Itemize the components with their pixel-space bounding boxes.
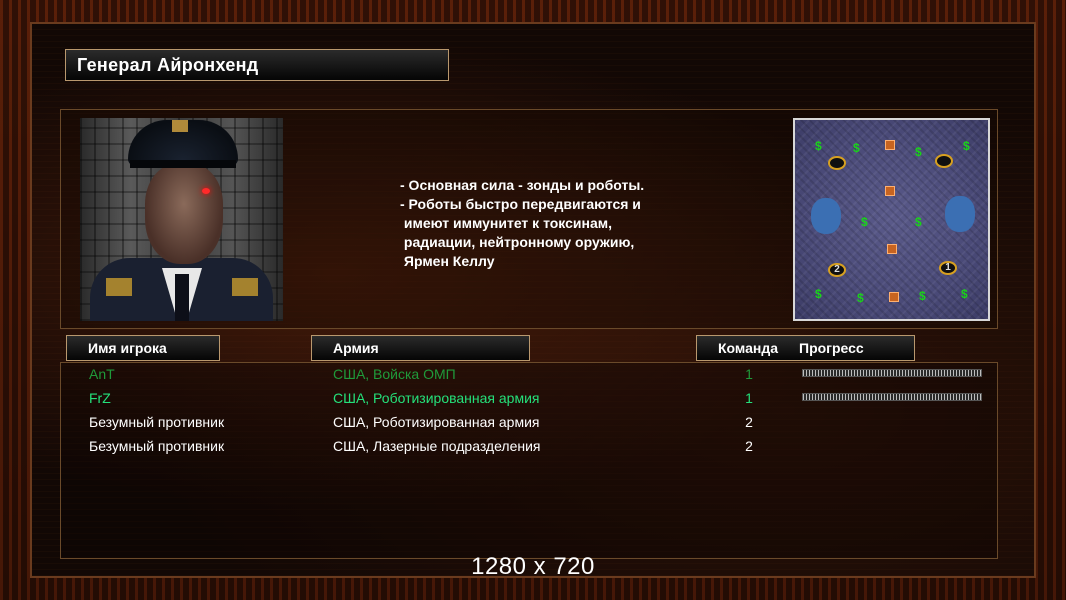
player-row: AnT США, Войска ОМП 1 <box>0 364 1066 388</box>
column-header-team-progress: Команда Прогресс <box>696 335 915 361</box>
oil-derrick-icon <box>887 244 897 254</box>
player-row: Безумный противник США, Роботизированная… <box>0 412 1066 436</box>
start-position-marker <box>828 156 846 170</box>
general-title: Генерал Айронхенд <box>65 49 449 81</box>
loading-progress-bar <box>802 393 982 401</box>
player-team: 2 <box>745 438 753 454</box>
general-portrait <box>80 118 283 321</box>
oil-derrick-icon <box>889 292 899 302</box>
supply-dollar-icon: $ <box>915 215 922 229</box>
player-name: Безумный противник <box>89 414 225 430</box>
start-position-2: 2 <box>828 263 846 277</box>
description-line: - Роботы быстро передвигаются и <box>400 196 641 212</box>
column-header-army: Армия <box>311 335 530 361</box>
loading-progress-bar <box>802 369 982 377</box>
oil-derrick-icon <box>885 186 895 196</box>
description-line: - Основная сила - зонды и роботы. <box>400 177 645 193</box>
column-header-player: Имя игрока <box>66 335 220 361</box>
minimap: $ $ $ $ $ $ $ $ $ $ 2 1 <box>793 118 990 321</box>
supply-dollar-icon: $ <box>861 215 868 229</box>
player-team: 2 <box>745 414 753 430</box>
description-line: имеют иммунитет к токсинам, <box>400 215 613 231</box>
supply-dollar-icon: $ <box>853 141 860 155</box>
supply-dollar-icon: $ <box>919 289 926 303</box>
player-army: США, Войска ОМП <box>333 366 456 382</box>
start-position-1: 1 <box>939 261 957 275</box>
supply-dollar-icon: $ <box>915 145 922 159</box>
start-position-marker <box>935 154 953 168</box>
player-row: Безумный противник США, Лазерные подразд… <box>0 436 1066 460</box>
player-army: США, Лазерные подразделения <box>333 438 541 454</box>
lake-right <box>945 196 975 232</box>
lake-left <box>811 198 841 234</box>
supply-dollar-icon: $ <box>961 287 968 301</box>
column-header-progress: Прогресс <box>799 340 864 356</box>
supply-dollar-icon: $ <box>815 139 822 153</box>
resolution-label: 1280 x 720 <box>471 553 595 580</box>
supply-dollar-icon: $ <box>815 287 822 301</box>
supply-dollar-icon: $ <box>963 139 970 153</box>
player-name: AnT <box>89 366 115 382</box>
general-description: - Основная сила - зонды и роботы. - Робо… <box>400 176 700 271</box>
player-team: 1 <box>745 390 753 406</box>
player-name: FrZ <box>89 390 111 406</box>
player-row: FrZ США, Роботизированная армия 1 <box>0 388 1066 412</box>
oil-derrick-icon <box>885 140 895 150</box>
supply-dollar-icon: $ <box>857 291 864 305</box>
player-team: 1 <box>745 366 753 382</box>
description-line: Ярмен Келлу <box>400 253 495 269</box>
description-line: радиации, нейтронному оружию, <box>400 234 635 250</box>
column-header-team: Команда <box>718 340 778 356</box>
player-army: США, Роботизированная армия <box>333 390 540 406</box>
player-name: Безумный противник <box>89 438 225 454</box>
player-army: США, Роботизированная армия <box>333 414 540 430</box>
